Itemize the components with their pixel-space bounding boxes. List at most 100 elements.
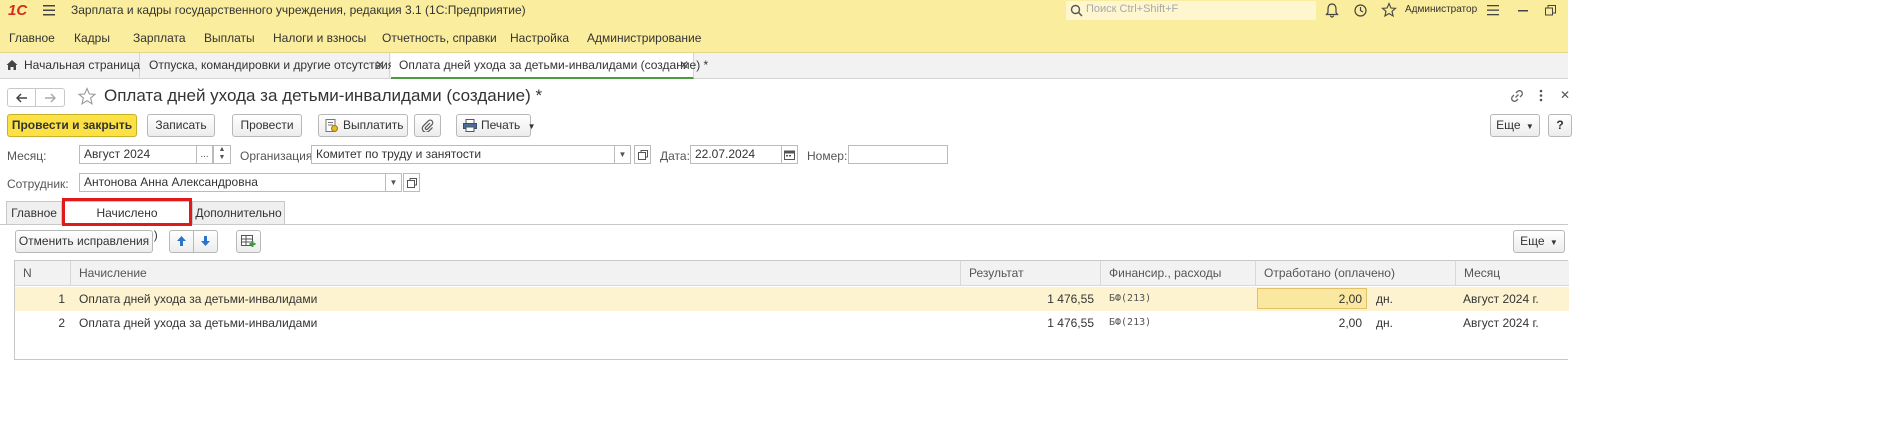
row-number: 1 [58,292,65,306]
month-cell[interactable]: Август 2024 г. [1463,287,1539,311]
table-add-icon [241,235,256,247]
menu-item-main[interactable]: Главное [9,31,55,45]
highlight-box [62,198,192,226]
open-window-icon [637,150,648,160]
employee-label: Сотрудник: [7,177,69,191]
open-window-icon [406,178,417,188]
menu-icon[interactable] [43,5,55,16]
title-bar: 1С Зарплата и кадры государственного учр… [0,0,1568,22]
pay-button[interactable]: Выплатить [318,114,408,137]
organization-open-button[interactable] [634,145,651,164]
home-icon [6,60,18,70]
arrow-right-icon [45,93,56,103]
worked-cell[interactable]: 2,00 [1257,311,1362,335]
user-name[interactable]: Администратор [1405,4,1477,15]
accrual-cell[interactable]: Оплата дней ухода за детьми-инвалидами [79,287,317,311]
month-cell[interactable]: Август 2024 г. [1463,311,1539,335]
app-logo[interactable]: 1С [8,2,27,19]
month-field[interactable]: Август 2024 [79,145,197,164]
menu-item-salary[interactable]: Зарплата [133,31,186,45]
close-tab-icon[interactable]: ✕ [679,53,689,78]
bell-icon[interactable] [1325,3,1339,18]
result-cell[interactable]: 1 476,55 [961,287,1094,311]
close-tab-icon[interactable]: ✕ [375,53,385,78]
column-header-accrual[interactable]: Начисление [71,261,961,286]
financing-cell[interactable]: БФ(213) [1109,287,1151,311]
column-header-n[interactable]: N [15,261,71,286]
cancel-corrections-button[interactable]: Отменить исправления [15,230,153,253]
history-icon[interactable] [1353,3,1368,18]
search-input[interactable]: Поиск Ctrl+Shift+F [1066,1,1316,20]
pay-button-label: Выплатить [343,118,404,132]
organization-dropdown-button[interactable]: ▼ [614,145,631,164]
employee-field[interactable]: Антонова Анна Александровна [79,173,386,192]
attach-button[interactable] [414,114,441,137]
employee-dropdown-button[interactable]: ▼ [385,173,402,192]
window-tabs: Начальная страница Отпуска, командировки… [0,53,1568,79]
column-header-month[interactable]: Месяц [1456,261,1569,286]
month-select-button[interactable]: ... [196,145,213,164]
add-rows-button[interactable] [236,230,261,253]
tab-main[interactable]: Главное [6,201,62,224]
print-button[interactable]: Печать ▼ [456,114,536,137]
post-button[interactable]: Провести [232,114,302,137]
menu-item-administration[interactable]: Администрирование [587,31,701,45]
pay-document-icon [325,119,338,132]
tab-additional[interactable]: Дополнительно [192,201,285,224]
tab-home-page[interactable]: Начальная страница [0,53,140,79]
menu-item-taxes[interactable]: Налоги и взносы [273,31,366,45]
main-menu: Главное Кадры Зарплата Выплаты Налоги и … [0,22,1568,53]
number-label: Номер: [807,149,848,163]
tab-care-payment[interactable]: Оплата дней ухода за детьми-инвалидами (… [391,53,708,79]
print-button-label: Печать [481,118,521,132]
number-field[interactable] [848,145,948,164]
employee-open-button[interactable] [403,173,420,192]
move-down-button[interactable] [193,230,218,253]
column-header-financing[interactable]: Финансир., расходы [1101,261,1256,286]
date-field[interactable]: 22.07.2024 [690,145,782,164]
row-number: 2 [58,316,65,330]
organization-label: Организация: [240,149,316,163]
menu-item-reports[interactable]: Отчетность, справки [382,31,497,45]
settings-menu-icon[interactable] [1487,5,1499,16]
month-stepper[interactable]: ▲ ▼ [213,145,231,164]
menu-item-payments[interactable]: Выплаты [204,31,255,45]
more-button[interactable]: Еще ▼ [1490,114,1540,137]
table-more-button[interactable]: Еще ▼ [1513,230,1565,253]
dropdown-arrow-icon: ▼ [527,122,536,131]
minimize-icon[interactable] [1518,10,1528,12]
save-button[interactable]: Записать [147,114,215,137]
favorite-star-icon[interactable] [77,87,97,106]
dropdown-arrow-icon: ▼ [1549,238,1558,247]
organization-field[interactable]: Комитет по труду и занятости [311,145,615,164]
result-cell[interactable]: 1 476,55 [961,311,1094,335]
tab-care-payment-label: Оплата дней ухода за детьми-инвалидами (… [399,58,709,72]
calendar-button[interactable] [781,145,798,164]
printer-icon [463,119,477,132]
restore-icon[interactable] [1545,5,1556,16]
menu-item-settings[interactable]: Настройка [510,31,569,45]
link-icon[interactable] [1510,89,1524,103]
search-icon [1070,4,1083,17]
move-up-button[interactable] [169,230,194,253]
calendar-icon [784,150,795,160]
column-header-worked[interactable]: Отработано (оплачено) [1256,261,1456,286]
tabs-divider [0,224,1568,225]
column-header-result[interactable]: Результат [961,261,1101,286]
table-row[interactable]: 1 Оплата дней ухода за детьми-инвалидами… [15,287,1569,311]
post-and-close-button[interactable]: Провести и закрыть [7,114,137,137]
more-vertical-icon[interactable] [1539,89,1543,102]
search-placeholder: Поиск Ctrl+Shift+F [1086,3,1179,15]
back-button[interactable] [7,88,36,107]
accrual-cell[interactable]: Оплата дней ухода за детьми-инвалидами [79,311,317,335]
forward-button[interactable] [36,88,65,107]
help-button[interactable]: ? [1548,114,1572,137]
favorites-star-icon[interactable] [1381,2,1397,18]
worked-cell[interactable]: 2,00 [1257,287,1362,311]
tab-absences[interactable]: Отпуска, командировки и другие отсутстви… [141,53,394,79]
table-row[interactable]: 2 Оплата дней ухода за детьми-инвалидами… [15,311,1569,335]
close-form-icon[interactable]: ✕ [1560,88,1570,102]
more-button-label: Еще [1496,118,1521,132]
financing-cell[interactable]: БФ(213) [1109,311,1151,335]
menu-item-hr[interactable]: Кадры [74,31,110,45]
